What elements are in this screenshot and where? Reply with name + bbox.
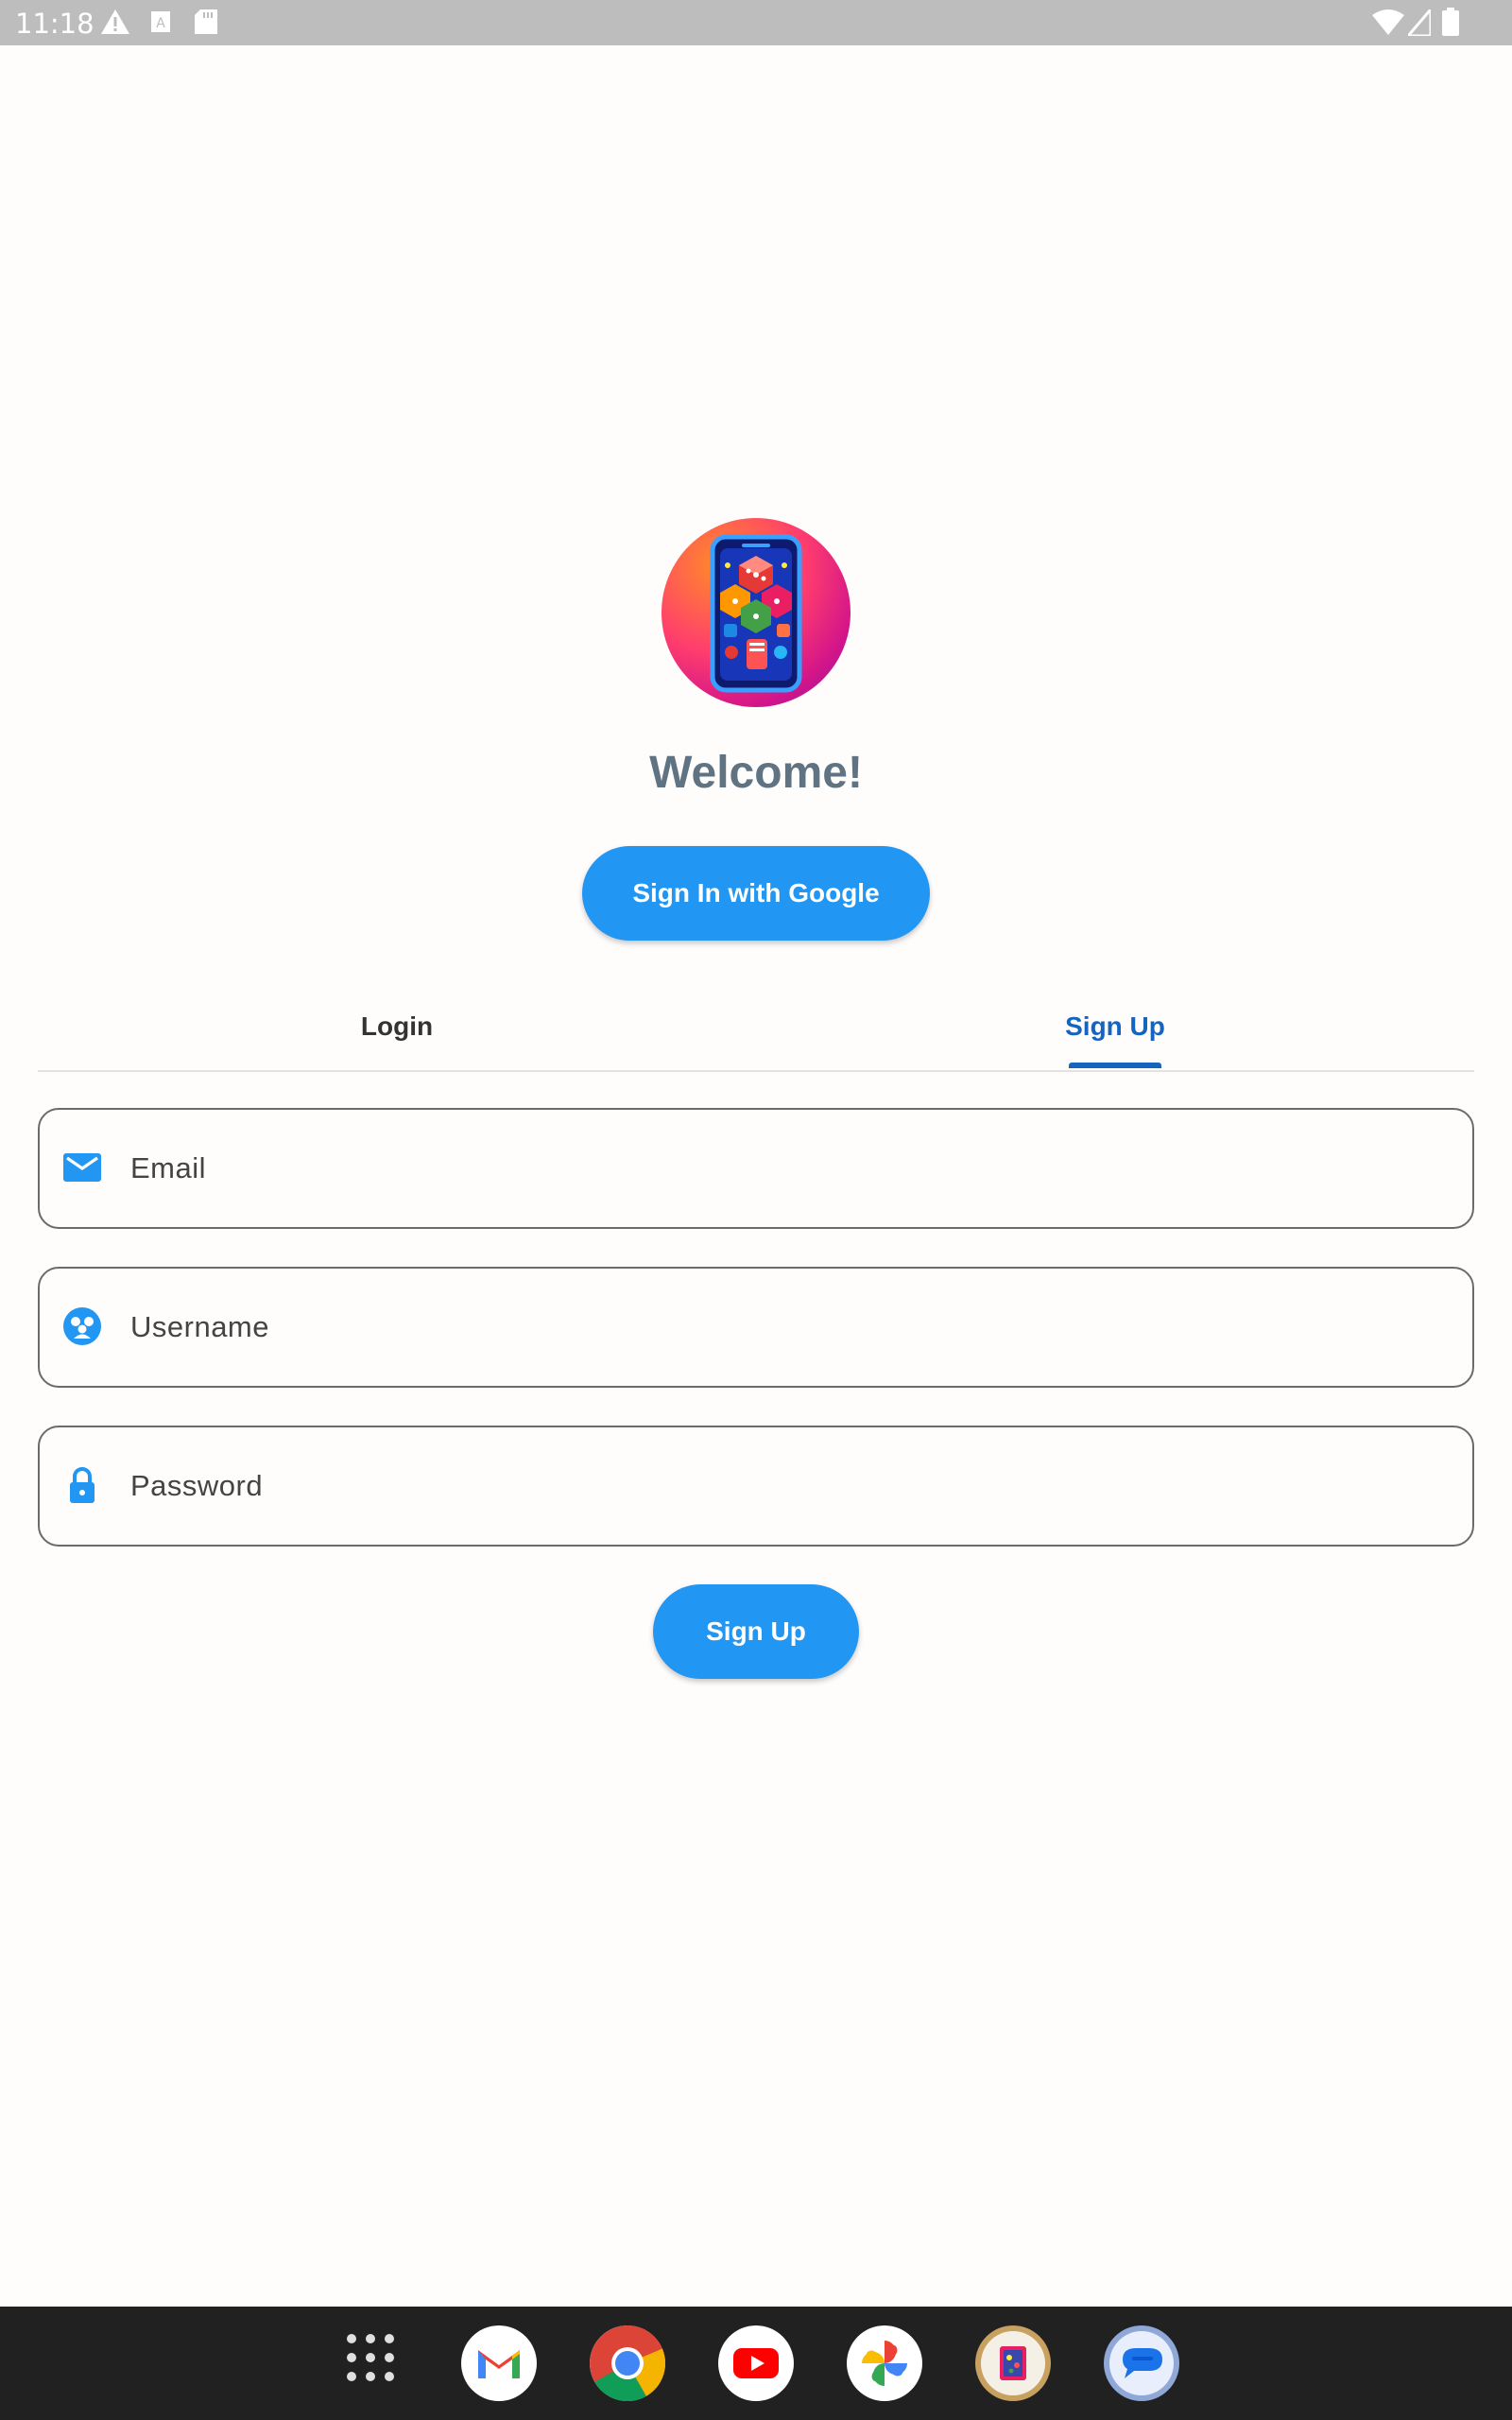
tab-sign-up[interactable]: Sign Up xyxy=(756,983,1474,1070)
battery-icon xyxy=(1442,8,1459,36)
sign-up-button[interactable]: Sign Up xyxy=(653,1584,859,1679)
password-placeholder: Password xyxy=(130,1469,264,1502)
status-time: 11:18 xyxy=(15,8,94,40)
email-field[interactable]: Email xyxy=(38,1108,1474,1229)
user-group-icon xyxy=(63,1307,101,1345)
app-drawer-icon[interactable] xyxy=(346,2333,395,2382)
sign-in-google-button[interactable]: Sign In with Google xyxy=(582,846,930,941)
app-logo-icon[interactable] xyxy=(975,2325,1051,2401)
chrome-icon[interactable] xyxy=(590,2325,665,2401)
username-field[interactable]: Username xyxy=(38,1267,1474,1388)
tab-login[interactable]: Login xyxy=(38,983,756,1070)
email-placeholder: Email xyxy=(130,1151,207,1184)
photos-icon[interactable] xyxy=(847,2325,922,2401)
tab-indicator xyxy=(1069,1063,1161,1068)
youtube-icon[interactable] xyxy=(718,2325,794,2401)
status-bar: 11:18 A xyxy=(0,0,1512,45)
welcome-title: Welcome! xyxy=(649,748,863,798)
password-field[interactable]: Password xyxy=(38,1426,1474,1547)
messages-icon[interactable] xyxy=(1104,2325,1179,2401)
dock xyxy=(0,2307,1512,2420)
auth-tabs: Login Sign Up xyxy=(38,983,1474,1072)
warning-icon xyxy=(101,9,129,34)
signal-icon xyxy=(1408,9,1431,36)
wifi-icon xyxy=(1372,9,1404,35)
font-a-icon: A xyxy=(151,11,170,32)
svg-text:A: A xyxy=(156,16,165,31)
sd-card-icon xyxy=(195,9,217,34)
email-icon xyxy=(63,1153,101,1182)
username-placeholder: Username xyxy=(130,1310,269,1343)
lock-icon xyxy=(70,1467,94,1503)
app-logo xyxy=(662,518,850,707)
gmail-icon[interactable] xyxy=(461,2325,537,2401)
